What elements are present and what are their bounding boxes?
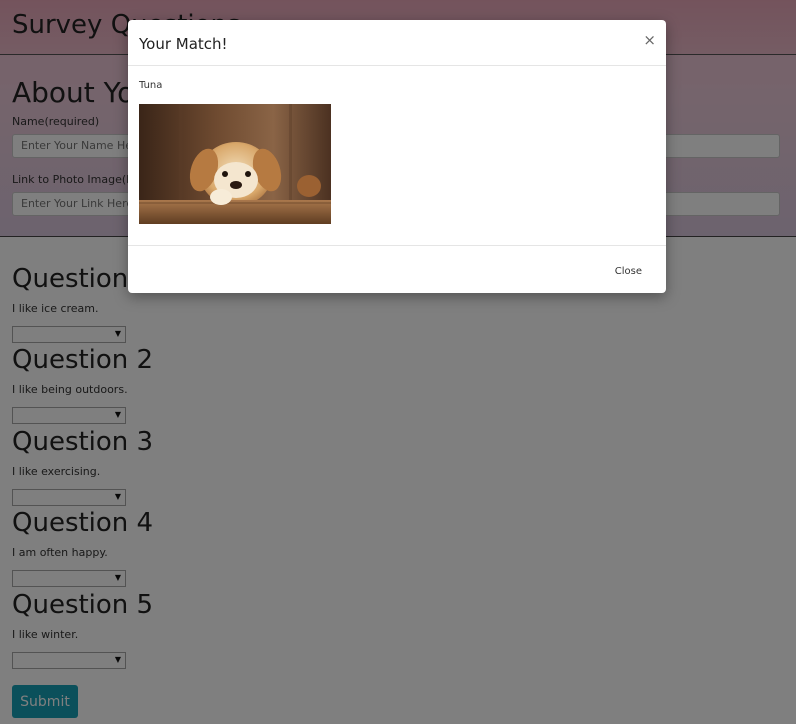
- modal-title: Your Match!: [139, 35, 228, 53]
- match-name: Tuna: [139, 80, 163, 91]
- modal-header: Your Match! ×: [128, 20, 666, 66]
- match-photo: [139, 104, 331, 224]
- modal-footer: Close: [128, 245, 666, 294]
- puppy-photo: [139, 104, 331, 224]
- close-button[interactable]: Close: [609, 265, 648, 278]
- close-icon[interactable]: ×: [643, 31, 656, 49]
- match-modal: Your Match! × Tuna Close: [128, 20, 666, 293]
